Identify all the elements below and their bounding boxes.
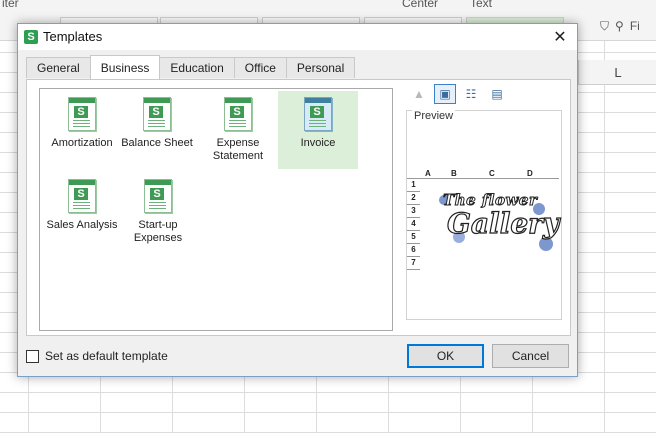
ok-button[interactable]: OK [407, 344, 484, 368]
details-view-icon: ▤ [491, 87, 503, 101]
app-logo-icon: S [24, 30, 38, 44]
list-view-button[interactable]: ☷ [460, 84, 482, 104]
logo-line-2: Gallery [446, 206, 560, 240]
close-icon: ✕ [553, 29, 567, 46]
template-item-amortization[interactable]: S Amortization [42, 91, 122, 169]
up-folder-button[interactable]: ▲ [408, 84, 430, 104]
template-label: Invoice [300, 137, 336, 149]
toolbar-text: Center [402, 0, 439, 10]
spreadsheet-template-icon: S [144, 179, 172, 213]
template-item-expense-statement[interactable]: S Expense Statement [198, 91, 278, 169]
category-tabs: General Business Education Office Person… [26, 55, 356, 79]
filter-icon[interactable]: ⛉ [600, 19, 609, 34]
spreadsheet-template-icon: S [68, 97, 96, 131]
flower-gallery-logo: The flower Gallery [439, 191, 573, 261]
tab-personal[interactable]: Personal [285, 57, 356, 78]
preview-pane: Preview A B C D 1 2 3 4 5 6 7 The flower… [406, 110, 562, 320]
templates-dialog: S Templates ✕ General Business Education… [17, 23, 578, 377]
template-label: Expense Statement [212, 137, 264, 162]
preview-col: B [451, 169, 457, 178]
preview-row: 5 [407, 231, 420, 244]
tab-business[interactable]: Business [89, 55, 161, 79]
preview-row: 4 [407, 218, 420, 231]
cancel-button[interactable]: Cancel [492, 344, 569, 368]
preview-row-headers: 1 2 3 4 5 6 7 [407, 179, 420, 270]
preview-row: 3 [407, 205, 420, 218]
spreadsheet-template-icon: S [143, 97, 171, 131]
preview-col: C [489, 169, 495, 178]
tab-office[interactable]: Office [233, 57, 287, 78]
template-label: Balance Sheet [121, 137, 193, 149]
tab-general[interactable]: General [26, 57, 91, 78]
default-template-label: Set as default template [45, 349, 168, 363]
template-item-balance-sheet[interactable]: S Balance Sheet [118, 91, 196, 169]
column-header-l[interactable]: L [578, 60, 656, 85]
preview-col: A [425, 169, 431, 178]
template-label: Sales Analysis [46, 219, 118, 231]
template-list: S Amortization S Balance Sheet S Expense… [39, 88, 393, 331]
default-template-checkbox[interactable] [26, 349, 39, 363]
preview-column-headers: A B C D [407, 169, 559, 179]
preview-row: 2 [407, 192, 420, 205]
template-label: Amortization [51, 137, 113, 149]
spreadsheet-template-icon: S [68, 179, 96, 213]
search-icon[interactable]: ⚲ [615, 19, 624, 33]
details-view-button[interactable]: ▤ [486, 84, 508, 104]
preview-row: 6 [407, 244, 420, 257]
default-template-option[interactable]: Set as default template [26, 349, 168, 363]
template-label: Start-up Expenses [133, 219, 183, 244]
template-item-sales-analysis[interactable]: S Sales Analysis [42, 173, 122, 251]
preview-thumbnail: A B C D 1 2 3 4 5 6 7 The flower Gallery [407, 169, 560, 272]
toolbar-text: Text [470, 0, 493, 10]
close-button[interactable]: ✕ [549, 27, 571, 47]
toolbar-text: iter [2, 0, 19, 10]
list-view-icon: ☷ [465, 87, 477, 101]
business-tab-panel: S Amortization S Balance Sheet S Expense… [26, 79, 571, 336]
preview-label: Preview [412, 110, 456, 122]
preview-row: 1 [407, 179, 420, 192]
spreadsheet-template-icon: S [224, 97, 252, 131]
tab-education[interactable]: Education [159, 57, 235, 78]
search-prefix: Fi [629, 19, 640, 33]
preview-row: 7 [407, 257, 420, 270]
large-icons-view-icon: ▣ [439, 87, 451, 101]
template-item-invoice[interactable]: S Invoice [278, 91, 358, 169]
folder-up-icon: ▲ [413, 87, 425, 101]
view-toolbar: ▲ ▣ ☷ ▤ [408, 84, 508, 104]
large-icons-button[interactable]: ▣ [434, 84, 456, 104]
search-area[interactable]: ⛉ ⚲ Fi [600, 14, 656, 38]
preview-col: D [527, 169, 533, 178]
template-item-startup-expenses[interactable]: S Start-up Expenses [118, 173, 198, 251]
spreadsheet-template-icon: S [304, 97, 332, 131]
dialog-titlebar[interactable]: S Templates ✕ [18, 24, 577, 50]
dialog-title: Templates [43, 29, 103, 44]
